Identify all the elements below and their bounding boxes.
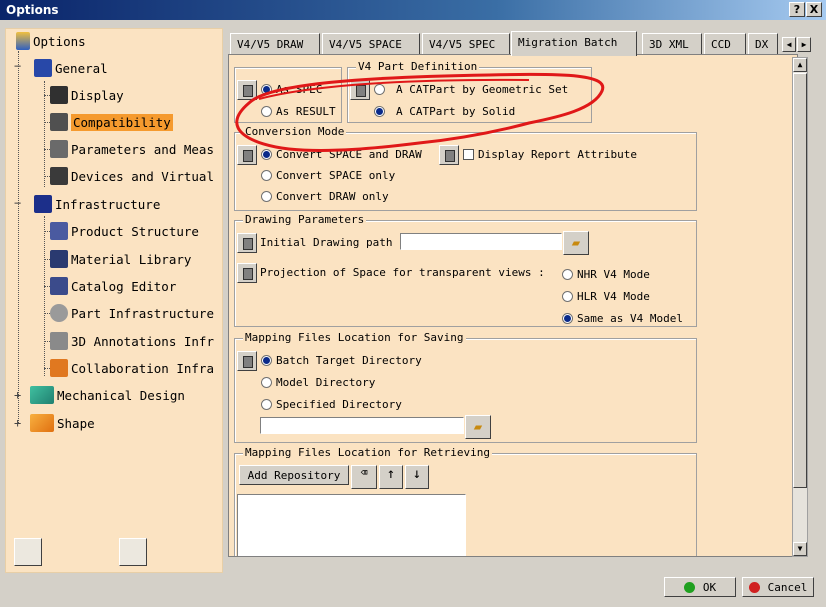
display-icon xyxy=(50,86,68,104)
tab-dx[interactable]: DX xyxy=(748,33,778,55)
tab-scroll-left-icon[interactable]: ◀ xyxy=(782,37,796,52)
tree-item-collaboration[interactable]: Collaboration Infra xyxy=(50,357,214,379)
red-annotation-ellipse xyxy=(235,72,605,152)
tree-item-general[interactable]: General xyxy=(34,57,108,79)
close-button[interactable]: X xyxy=(806,2,822,17)
shape-icon xyxy=(30,414,54,432)
migration-batch-panel: As SPEC As RESULT V4 Part Definition A C… xyxy=(228,54,798,557)
tab-ccd[interactable]: CCD xyxy=(704,33,746,55)
tree-item-catalog-editor[interactable]: Catalog Editor xyxy=(50,275,176,297)
catalog-editor-icon xyxy=(50,277,68,295)
options-tree: − − + + Options General Display Compatib… xyxy=(5,28,223,573)
material-library-icon xyxy=(50,250,68,268)
tab-v4v5-draw[interactable]: V4/V5 DRAW xyxy=(230,33,320,55)
tree-item-product-structure[interactable]: Product Structure xyxy=(50,220,199,242)
scroll-thumb[interactable] xyxy=(793,73,807,488)
tab-scroll-right-icon[interactable]: ▶ xyxy=(797,37,811,52)
tab-v4v5-spec[interactable]: V4/V5 SPEC xyxy=(422,33,510,55)
help-button[interactable]: ? xyxy=(789,2,805,17)
mechanical-design-icon xyxy=(30,386,54,404)
parameters-icon xyxy=(50,140,68,158)
tab-3d-xml[interactable]: 3D XML xyxy=(642,33,702,55)
ok-button[interactable]: OK xyxy=(664,577,736,597)
vertical-scrollbar[interactable]: ▲ ▼ xyxy=(792,57,808,557)
tree-item-part-infrastructure[interactable]: Part Infrastructure xyxy=(50,302,214,324)
collapse-icon[interactable]: − xyxy=(14,59,21,73)
tree-item-material-library[interactable]: Material Library xyxy=(50,248,191,270)
reset-icon[interactable] xyxy=(14,538,42,566)
product-structure-icon xyxy=(50,222,68,240)
window-title: Options xyxy=(6,3,59,17)
compatibility-icon xyxy=(50,113,68,131)
general-icon xyxy=(34,59,52,77)
collapse-icon[interactable]: − xyxy=(14,196,21,210)
tree-item-devices[interactable]: Devices and Virtual xyxy=(50,165,214,187)
cancel-icon xyxy=(748,581,760,593)
scroll-down-icon[interactable]: ▼ xyxy=(793,542,807,556)
title-bar: Options xyxy=(0,0,826,20)
tree-item-options[interactable]: Options xyxy=(16,30,86,52)
expand-icon[interactable]: + xyxy=(14,388,21,402)
devices-icon xyxy=(50,167,68,185)
tree-item-display[interactable]: Display xyxy=(50,84,124,106)
infrastructure-icon xyxy=(34,195,52,213)
tab-bar: V4/V5 DRAW V4/V5 SPACE V4/V5 SPEC Migrat… xyxy=(228,31,812,56)
expand-icon[interactable]: + xyxy=(14,416,21,430)
tree-item-3d-annotations[interactable]: 3D Annotations Infr xyxy=(50,330,214,352)
tree-item-compatibility[interactable]: Compatibility xyxy=(50,111,173,133)
gear-icon xyxy=(50,304,68,322)
tree-item-infrastructure[interactable]: Infrastructure xyxy=(34,193,160,215)
tree-item-shape[interactable]: Shape xyxy=(30,412,95,434)
tab-migration-batch[interactable]: Migration Batch xyxy=(511,31,637,56)
tab-v4v5-space[interactable]: V4/V5 SPACE xyxy=(322,33,420,55)
tree-item-parameters[interactable]: Parameters and Meas xyxy=(50,138,214,160)
tree-item-mechanical-design[interactable]: Mechanical Design xyxy=(30,384,185,406)
options-content: V4/V5 DRAW V4/V5 SPACE V4/V5 SPEC Migrat… xyxy=(228,28,812,560)
cancel-button[interactable]: Cancel xyxy=(742,577,814,597)
annotations-icon xyxy=(50,332,68,350)
options-icon xyxy=(16,32,30,50)
ok-icon xyxy=(683,581,695,593)
scroll-up-icon[interactable]: ▲ xyxy=(793,58,807,72)
dump-parameters-icon[interactable] xyxy=(119,538,147,566)
collaboration-icon xyxy=(50,359,68,377)
